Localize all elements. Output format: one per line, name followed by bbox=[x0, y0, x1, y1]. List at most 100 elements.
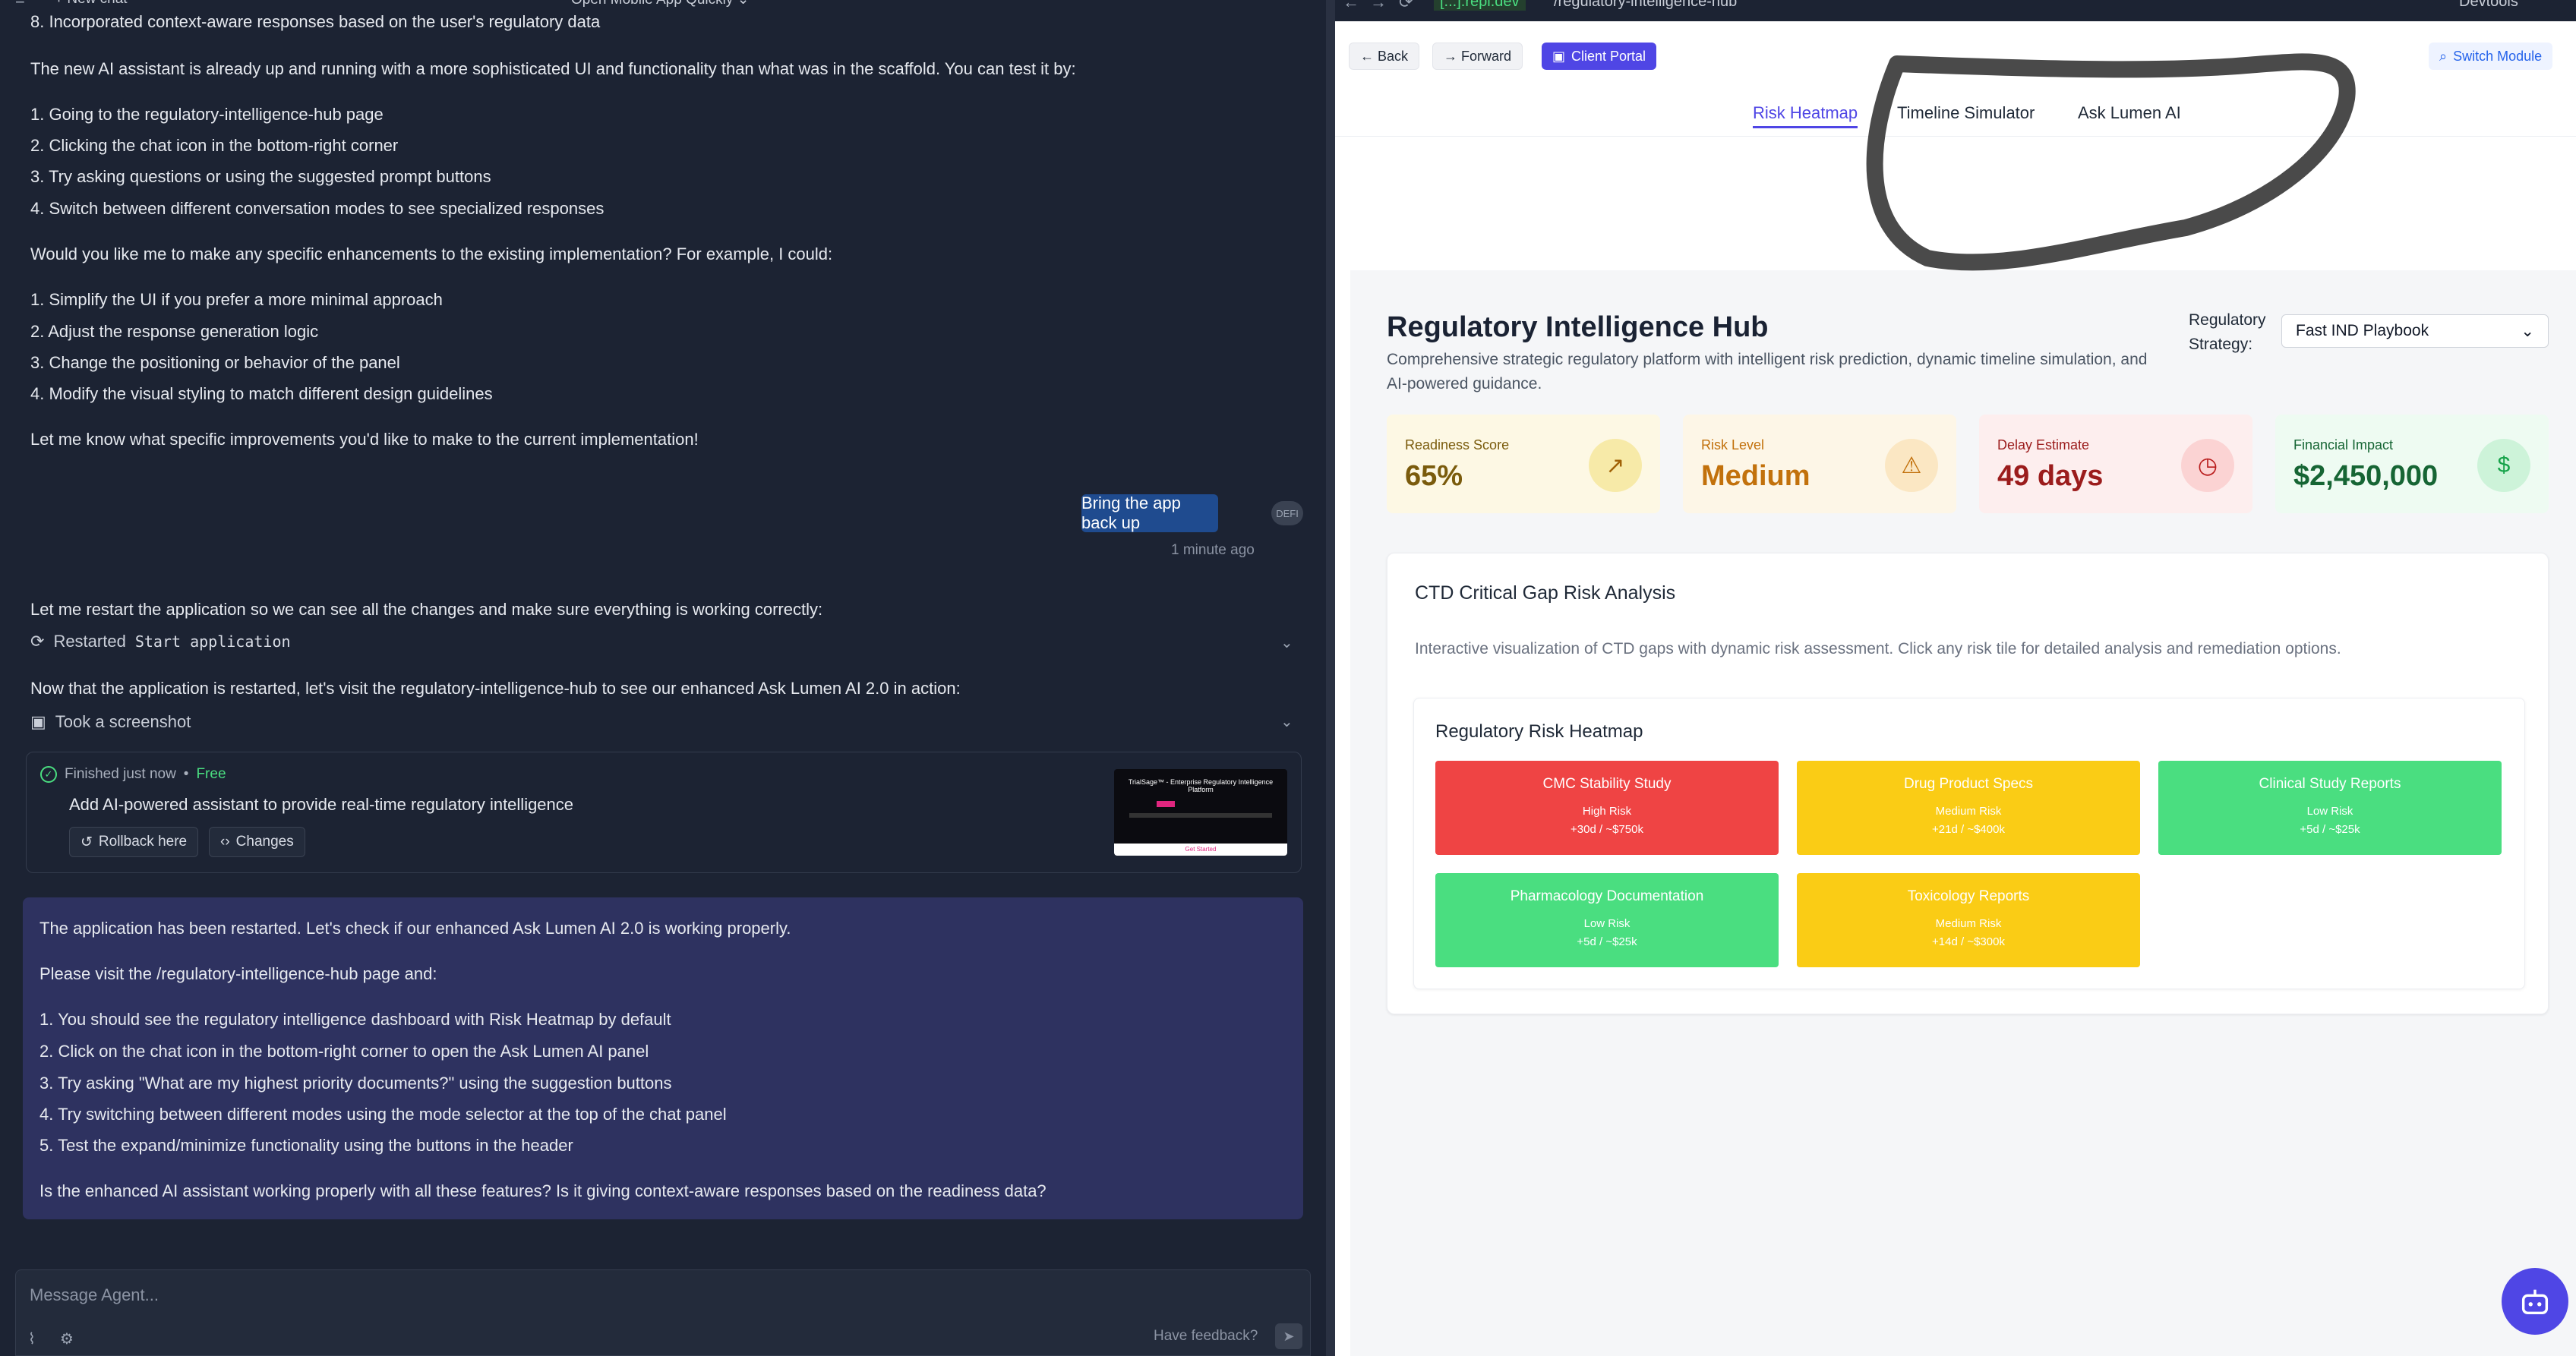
chat-line: 4. Modify the visual styling to match di… bbox=[30, 384, 493, 403]
tile-impact: +5d / ~$25k bbox=[2300, 823, 2360, 836]
tab-risk-heatmap[interactable]: Risk Heatmap bbox=[1753, 103, 1858, 128]
dollar-icon: $ bbox=[2477, 439, 2530, 492]
agent-line: Please visit the /regulatory-intelligenc… bbox=[39, 964, 437, 983]
thumbnail-bar bbox=[1129, 813, 1272, 818]
thumbnail-accent bbox=[1157, 801, 1175, 807]
preview-pane: ← → ⟳ [...].repl.dev /regulatory-intelli… bbox=[1335, 0, 2576, 1356]
trending-up-icon: ↗ bbox=[1589, 439, 1642, 492]
send-button[interactable]: ➤ bbox=[1275, 1323, 1302, 1349]
chat-line: 3. Try asking questions or using the sug… bbox=[30, 167, 491, 186]
tile-impact: +14d / ~$300k bbox=[1932, 935, 2005, 948]
chat-line: 4. Switch between different conversation… bbox=[30, 199, 605, 218]
kpi-financial-impact: Financial Impact $2,450,000 $ bbox=[2275, 415, 2549, 513]
page-description: Comprehensive strategic regulatory platf… bbox=[1387, 351, 2148, 393]
tile-risk: Medium Risk bbox=[1935, 917, 2002, 930]
rollback-button[interactable]: ↺ Rollback here bbox=[69, 827, 199, 857]
camera-icon: ▣ bbox=[30, 712, 46, 731]
open-mobile-app-button[interactable]: Open Mobile App Quickly ⌄ bbox=[571, 0, 750, 8]
thumbnail-footer-text: Get Started bbox=[1185, 846, 1217, 853]
chat-assistant-button[interactable] bbox=[2502, 1268, 2568, 1335]
ctd-risk-card: CTD Critical Gap Risk Analysis Interacti… bbox=[1387, 553, 2549, 1014]
screenshot-action[interactable]: ▣ Took a screenshot bbox=[30, 712, 191, 732]
page-title: Regulatory Intelligence Hub bbox=[1387, 311, 1769, 343]
kpi-label: Readiness Score bbox=[1405, 437, 1510, 453]
kpi-label: Risk Level bbox=[1701, 437, 1765, 453]
client-portal-label: Client Portal bbox=[1571, 48, 1646, 64]
kpi-value: Medium bbox=[1701, 460, 1810, 492]
message-composer[interactable]: Message Agent... ⌇ ⚙ Have feedback? ➤ bbox=[15, 1269, 1311, 1356]
check-circle-icon: ✓ bbox=[40, 766, 57, 783]
thumbnail-footer: Get Started bbox=[1114, 844, 1287, 856]
chat-line: 3. Change the positioning or behavior of… bbox=[30, 353, 400, 372]
devtools-button[interactable]: Devtools bbox=[2459, 0, 2518, 11]
new-chat-button[interactable]: + New chat bbox=[55, 0, 128, 8]
agent-message: The application has been restarted. Let'… bbox=[23, 897, 1303, 1219]
browser-back-icon[interactable]: ← bbox=[1343, 0, 1359, 12]
tab-timeline-simulator[interactable]: Timeline Simulator bbox=[1897, 103, 2035, 123]
risk-tile[interactable]: CMC Stability Study High Risk +30d / ~$7… bbox=[1435, 761, 1779, 855]
screenshot-thumbnail[interactable]: TrialSage™ - Enterprise Regulatory Intel… bbox=[1114, 769, 1287, 856]
changes-button[interactable]: ‹› Changes bbox=[209, 827, 305, 857]
tab-ask-lumen-ai[interactable]: Ask Lumen AI bbox=[2078, 103, 2181, 123]
chevron-down-icon: ⌄ bbox=[2521, 322, 2534, 340]
risk-tile[interactable]: Toxicology Reports Medium Risk +14d / ~$… bbox=[1797, 873, 2140, 967]
agent-line: 5. Test the expand/minimize functionalit… bbox=[39, 1136, 573, 1155]
chat-topbar: ≡ + New chat Open Mobile App Quickly ⌄ bbox=[0, 0, 1326, 9]
url-host[interactable]: [...].repl.dev bbox=[1434, 0, 1526, 11]
kpi-readiness-score: Readiness Score 65% ↗ bbox=[1387, 415, 1660, 513]
restarted-action[interactable]: ⟳ Restarted Start application bbox=[30, 632, 291, 651]
clock-icon: ◷ bbox=[2181, 439, 2234, 492]
chevron-down-icon[interactable]: ⌄ bbox=[1280, 633, 1293, 652]
risk-tile[interactable]: Drug Product Specs Medium Risk +21d / ~$… bbox=[1797, 761, 2140, 855]
restarted-label: Restarted bbox=[53, 632, 126, 651]
tile-name: Clinical Study Reports bbox=[2259, 776, 2401, 792]
tile-name: CMC Stability Study bbox=[1542, 776, 1672, 792]
chevron-down-icon[interactable]: ⌄ bbox=[1280, 712, 1293, 731]
chat-line: Let me restart the application so we can… bbox=[30, 600, 823, 619]
strategy-select[interactable]: Fast IND Playbook ⌄ bbox=[2281, 314, 2549, 348]
reload-icon[interactable]: ⟳ bbox=[1399, 0, 1413, 12]
paperclip-icon[interactable]: ⌇ bbox=[28, 1329, 36, 1348]
agent-line: 2. Click on the chat icon in the bottom-… bbox=[39, 1042, 649, 1061]
tile-impact: +5d / ~$25k bbox=[1577, 935, 1637, 948]
robot-icon bbox=[2521, 1289, 2549, 1315]
checkpoint-card: ✓ Finished just now • Free Add AI-powere… bbox=[26, 752, 1302, 873]
pane-divider[interactable] bbox=[1326, 0, 1335, 1356]
tile-risk: Low Risk bbox=[2306, 805, 2353, 818]
back-button[interactable]: ← Back bbox=[1349, 43, 1420, 70]
risk-tile[interactable]: Clinical Study Reports Low Risk +5d / ~$… bbox=[2158, 761, 2502, 855]
client-portal-button[interactable]: ▣ Client Portal bbox=[1542, 43, 1657, 70]
tile-name: Drug Product Specs bbox=[1903, 776, 2034, 792]
risk-heatmap: Regulatory Risk Heatmap CMC Stability St… bbox=[1413, 698, 2525, 989]
feedback-link[interactable]: Have feedback? bbox=[1154, 1328, 1258, 1345]
send-icon: ➤ bbox=[1283, 1328, 1295, 1344]
tile-impact: +21d / ~$400k bbox=[1932, 823, 2005, 836]
kpi-label: Financial Impact bbox=[2293, 437, 2394, 453]
message-input[interactable]: Message Agent... bbox=[30, 1285, 159, 1305]
kpi-risk-level: Risk Level Medium ⚠ bbox=[1683, 415, 1956, 513]
settings-icon[interactable]: ⚙ bbox=[60, 1329, 74, 1348]
strategy-label: Regulatory Strategy: bbox=[2189, 311, 2266, 353]
tile-risk: Medium Risk bbox=[1935, 805, 2002, 818]
tile-risk: Low Risk bbox=[1583, 917, 1631, 930]
kpi-delay-estimate: Delay Estimate 49 days ◷ bbox=[1979, 415, 2252, 513]
checkpoint-status-text: Finished just now bbox=[65, 766, 176, 782]
warning-icon: ⚠ bbox=[1885, 439, 1938, 492]
switch-module-button[interactable]: ⌕ Switch Module bbox=[2429, 43, 2553, 70]
status-separator: • bbox=[183, 766, 189, 782]
chat-line: 8. Incorporated context-aware responses … bbox=[30, 12, 601, 31]
menu-icon[interactable]: ≡ bbox=[15, 0, 25, 9]
agent-line: 1. You should see the regulatory intelli… bbox=[39, 1010, 671, 1029]
risk-tile[interactable]: Pharmacology Documentation Low Risk +5d … bbox=[1435, 873, 1779, 967]
tile-name: Pharmacology Documentation bbox=[1510, 888, 1704, 904]
app-header: ← Back → Forward ▣ Client Portal ⌕ Switc… bbox=[1335, 21, 2576, 137]
refresh-icon: ⟳ bbox=[30, 632, 45, 651]
browser-forward-icon[interactable]: → bbox=[1370, 0, 1387, 12]
forward-button[interactable]: → Forward bbox=[1432, 43, 1523, 70]
tile-name: Toxicology Reports bbox=[1907, 888, 2030, 904]
thumbnail-title: TrialSage™ - Enterprise Regulatory Intel… bbox=[1128, 778, 1274, 793]
switch-module-label: Switch Module bbox=[2453, 48, 2543, 64]
kpi-value: 65% bbox=[1405, 460, 1463, 492]
search-icon: ⌕ bbox=[2439, 48, 2448, 64]
url-path[interactable]: /regulatory-intelligence-hub bbox=[1554, 0, 1737, 11]
